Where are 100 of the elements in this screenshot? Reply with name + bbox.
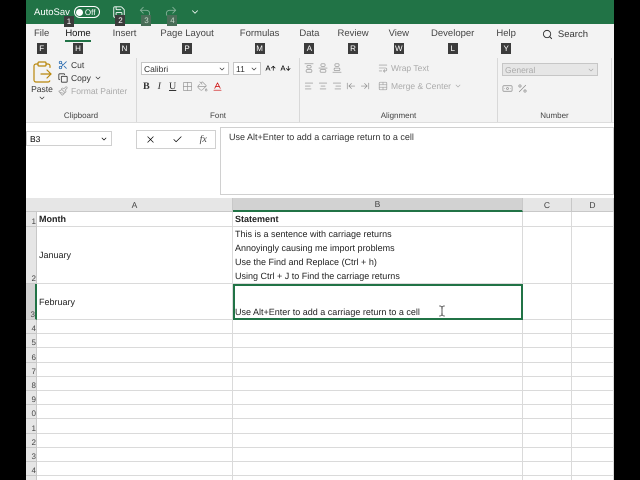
empty-cell[interactable] (523, 462, 572, 476)
autosave-label: AutoSav (34, 6, 70, 18)
ribbon-tab[interactable]: Home H (53, 28, 103, 54)
ribbon-tab[interactable]: Help Y (486, 28, 526, 54)
increase-indent-icon (360, 81, 370, 91)
empty-cell[interactable] (233, 320, 523, 334)
row-header[interactable]: 1 (26, 419, 37, 434)
table-cell[interactable]: Use Alt+Enter to add a carriage return to a cell (233, 284, 523, 320)
column-header[interactable]: A (37, 198, 233, 212)
row-header[interactable]: 6 (26, 348, 37, 363)
search-button[interactable]: Search (536, 28, 594, 41)
ribbon-tab[interactable]: Review R (327, 28, 379, 54)
row-header[interactable]: 2 (26, 434, 37, 448)
keytip: W (394, 43, 404, 54)
empty-cell[interactable] (523, 419, 572, 434)
keytip: R (348, 43, 358, 54)
table-cell[interactable]: This is a sentence with carriage returns Annoyingly causing me import problems Use the Find and Replace (Ctrl + h) Using Ctrl + J to Find the carriage returns (233, 227, 523, 284)
row-header[interactable]: 3 (26, 448, 37, 462)
ribbon-tab[interactable]: Page Layout P (146, 28, 228, 54)
row-header[interactable]: 2 (26, 227, 37, 284)
column-header[interactable]: D (572, 198, 614, 212)
currency-icon (502, 83, 513, 94)
ribbon-tab[interactable]: File F (30, 28, 54, 54)
decrease-indent-icon (346, 81, 356, 91)
empty-cell[interactable] (233, 462, 523, 476)
group-label: Font (210, 111, 226, 120)
row-header[interactable]: 1 (26, 212, 37, 227)
empty-cell[interactable] (523, 284, 572, 320)
empty-cell[interactable] (523, 390, 572, 406)
table-cell[interactable]: Month (37, 212, 233, 227)
keytip: H (72, 43, 83, 54)
top-align-icon (304, 63, 314, 73)
column-header[interactable]: C (523, 198, 572, 212)
bold-button[interactable]: B (141, 81, 152, 92)
cut-button[interactable]: Cut (58, 60, 128, 70)
empty-cell[interactable] (523, 434, 572, 448)
empty-cell[interactable] (233, 334, 523, 348)
row-header[interactable]: 8 (26, 376, 37, 391)
paste-button[interactable]: Paste (30, 60, 54, 109)
italic-button[interactable]: I (156, 81, 164, 92)
font-name-dropdown[interactable]: Calibri (141, 62, 229, 75)
middle-align-icon (318, 63, 328, 73)
row-header[interactable]: 4 (26, 320, 37, 334)
text-cursor-icon (436, 305, 448, 317)
empty-cell[interactable] (523, 405, 572, 420)
empty-cell[interactable] (233, 405, 523, 420)
empty-cell[interactable] (523, 376, 572, 391)
group-label: Alignment (380, 111, 416, 120)
wrap-text-icon (378, 63, 388, 73)
formula-input[interactable]: Use Alt+Enter to add a carriage return to a cell (220, 127, 614, 195)
empty-cell[interactable] (523, 348, 572, 363)
paintbrush-icon (58, 86, 68, 96)
search-icon (542, 29, 553, 40)
keytip: P (182, 43, 192, 54)
column-header[interactable]: B (233, 198, 523, 212)
group-label: Clipboard (64, 111, 98, 120)
row-header[interactable]: 4 (26, 462, 37, 476)
cancel-icon (145, 134, 156, 145)
row-header[interactable]: 7 (26, 362, 37, 377)
empty-cell[interactable] (233, 376, 523, 391)
ribbon-tab[interactable]: Developer L (419, 28, 486, 54)
empty-cell[interactable] (233, 390, 523, 406)
caret-icon (38, 94, 46, 102)
enter-icon (172, 134, 184, 145)
empty-cell[interactable] (233, 448, 523, 462)
empty-cell[interactable] (523, 334, 572, 348)
empty-cell[interactable] (233, 434, 523, 448)
table-cell[interactable]: January (37, 227, 233, 284)
font-size-dropdown[interactable]: 11 (233, 62, 261, 75)
row-header[interactable]: 5 (26, 334, 37, 348)
select-all-corner[interactable] (26, 198, 37, 212)
row-header[interactable]: 9 (26, 390, 37, 406)
ribbon-tab[interactable]: Data A (291, 28, 328, 54)
empty-cell[interactable] (523, 320, 572, 334)
ribbon-tab[interactable]: View W (378, 28, 420, 54)
empty-cell[interactable] (523, 227, 572, 284)
save-icon[interactable] (112, 5, 126, 19)
copy-button[interactable]: Copy (58, 73, 128, 83)
name-box[interactable]: B3 (26, 131, 112, 146)
ribbon-tab[interactable]: Formulas M (228, 28, 292, 54)
borders-icon (182, 81, 194, 92)
empty-cell[interactable] (523, 448, 572, 462)
table-cell[interactable]: Statement (233, 212, 523, 227)
row-header[interactable]: 3 (26, 284, 37, 320)
autosave-toggle[interactable]: Off (74, 6, 100, 18)
scissors-icon (58, 60, 68, 70)
align-left-icon (304, 81, 314, 91)
keytip: N (120, 43, 130, 54)
empty-cell[interactable] (233, 419, 523, 434)
empty-cell[interactable] (523, 362, 572, 377)
underline-button[interactable]: U (167, 81, 178, 92)
empty-cell[interactable] (523, 212, 572, 227)
ribbon-tab[interactable]: Insert N (102, 28, 146, 54)
percent-icon (517, 83, 528, 94)
row-header[interactable]: 0 (26, 405, 37, 420)
keytip: F (36, 43, 47, 54)
insert-function-button[interactable]: fx (200, 134, 207, 145)
empty-cell[interactable] (233, 348, 523, 363)
table-cell[interactable]: February (37, 284, 233, 320)
empty-cell[interactable] (233, 362, 523, 377)
